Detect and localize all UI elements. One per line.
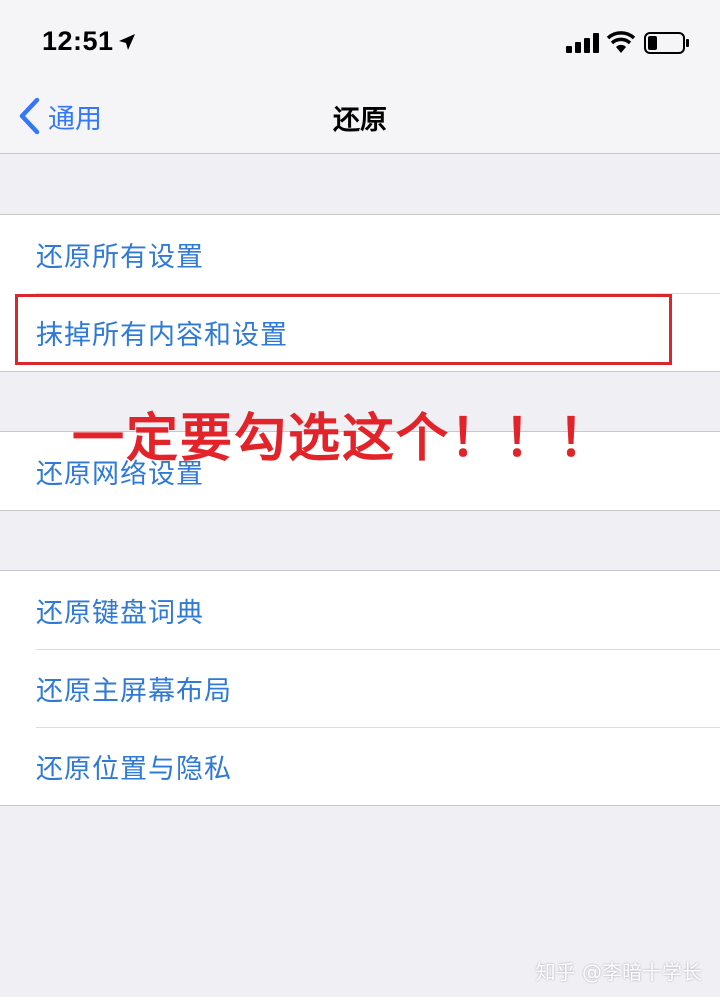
- status-bar: 12:51: [0, 0, 720, 80]
- cellular-signal-icon: [566, 33, 599, 53]
- location-arrow-icon: [119, 34, 135, 50]
- reset-location-privacy-row[interactable]: 还原位置与隐私: [0, 727, 720, 805]
- status-time: 12:51: [42, 26, 114, 56]
- reset-keyboard-dictionary-row[interactable]: 还原键盘词典: [0, 571, 720, 649]
- wifi-icon: [606, 31, 636, 53]
- annotation-text: 一定要勾选这个！！！: [72, 409, 613, 469]
- row-label: 还原所有设置: [36, 241, 204, 273]
- page-title: 还原: [333, 105, 387, 136]
- highlight-box: [15, 294, 672, 365]
- row-label: 还原键盘词典: [36, 597, 204, 629]
- watermark: 知乎 @李暗十学长: [535, 960, 702, 984]
- reset-group-3: 还原键盘词典 还原主屏幕布局 还原位置与隐私: [0, 570, 720, 806]
- row-label: 还原位置与隐私: [36, 753, 232, 785]
- row-label: 还原主屏幕布局: [36, 675, 232, 707]
- reset-home-screen-layout-row[interactable]: 还原主屏幕布局: [0, 649, 720, 727]
- reset-all-settings-row[interactable]: 还原所有设置: [0, 215, 720, 293]
- battery-icon: [644, 32, 689, 54]
- navigation-bar: 通用 还原: [0, 80, 720, 154]
